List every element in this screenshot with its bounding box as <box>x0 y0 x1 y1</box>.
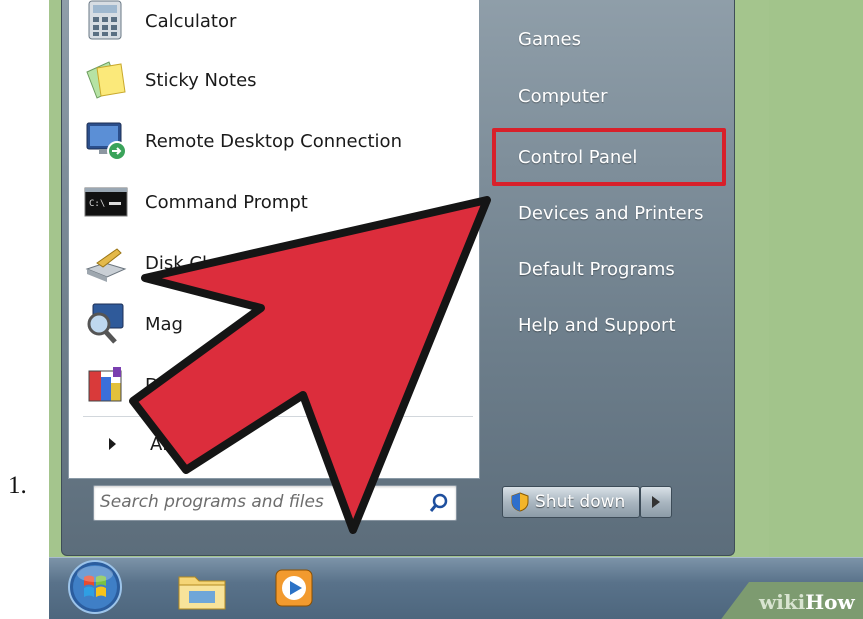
program-item-command-prompt[interactable]: C:\ Command Prompt <box>83 175 308 229</box>
right-item-devices-printers[interactable]: Devices and Printers <box>490 193 728 233</box>
program-item-disk-cleanup[interactable]: Disk Cleanup <box>83 236 263 290</box>
calculator-icon <box>83 0 129 43</box>
program-item-sticky-notes[interactable]: Sticky Notes <box>83 53 257 107</box>
program-label: Calculator <box>145 10 237 32</box>
disk-defragmenter-icon <box>83 363 129 407</box>
watermark-wiki: wiki <box>759 590 806 614</box>
shutdown-button[interactable]: Shut down <box>502 486 640 518</box>
svg-text:C:\: C:\ <box>89 199 105 209</box>
control-panel-highlight <box>492 128 726 186</box>
sticky-notes-icon <box>83 58 129 102</box>
screenshot-frame: Calculator Sticky Notes Remote Desktop C… <box>49 0 863 619</box>
start-menu: Calculator Sticky Notes Remote Desktop C… <box>61 0 735 556</box>
program-item-magnifier[interactable]: Mag <box>83 297 183 351</box>
program-item-calculator[interactable]: Calculator <box>83 0 236 48</box>
right-item-label: Default Programs <box>518 258 675 280</box>
shutdown-options-button[interactable] <box>640 486 672 518</box>
search-icon[interactable] <box>428 492 450 514</box>
right-item-label: Games <box>518 28 581 50</box>
disk-cleanup-icon <box>83 241 129 285</box>
menu-separator <box>83 416 473 417</box>
watermark-how: How <box>805 590 855 614</box>
start-orb[interactable] <box>65 558 125 616</box>
programs-pane: Calculator Sticky Notes Remote Desktop C… <box>68 0 480 479</box>
program-label: Remote Desktop Connection <box>145 130 402 152</box>
search-input[interactable] <box>100 490 400 514</box>
remote-desktop-icon <box>83 119 129 163</box>
shutdown-label: Shut down <box>535 492 626 512</box>
command-prompt-icon: C:\ <box>83 180 129 224</box>
right-item-label: Help and Support <box>518 314 676 336</box>
program-label: Command Prompt <box>145 191 308 213</box>
windows-explorer-icon[interactable] <box>175 567 229 613</box>
program-item-remote-desktop[interactable]: Remote Desktop Connection <box>83 114 402 168</box>
list-marker: 1. <box>8 472 27 499</box>
magnifier-icon <box>83 302 129 346</box>
media-player-icon[interactable] <box>273 567 315 609</box>
program-label: Disk Cleanup <box>145 252 264 274</box>
right-item-computer[interactable]: Computer <box>490 76 728 116</box>
program-item-disk-defragmenter[interactable]: Disk Defr <box>83 358 228 412</box>
right-item-label: Computer <box>518 85 608 107</box>
all-programs-item[interactable]: Al <box>83 424 167 464</box>
search-box[interactable] <box>93 485 457 521</box>
right-item-help-support[interactable]: Help and Support <box>490 305 728 345</box>
right-item-label: Devices and Printers <box>518 202 704 224</box>
arrow-right-icon <box>109 438 116 450</box>
program-label: Sticky Notes <box>145 69 257 91</box>
all-programs-label: Al <box>150 433 168 455</box>
shield-icon <box>511 492 529 512</box>
program-label: Mag <box>145 313 183 335</box>
right-item-games[interactable]: Games <box>490 19 728 59</box>
program-label: Disk Defr <box>145 374 229 396</box>
right-item-default-programs[interactable]: Default Programs <box>490 249 728 289</box>
desktop-background <box>769 0 863 557</box>
